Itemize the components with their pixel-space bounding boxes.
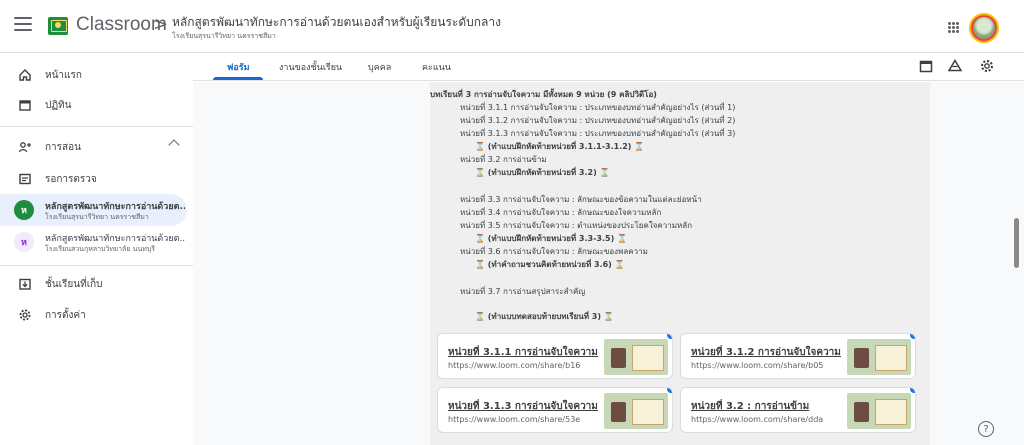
hourglass-icon: ⌛ — [475, 312, 485, 321]
link-url: https://www.loom.com/share/53e — [448, 415, 581, 424]
video-thumbnail — [604, 339, 668, 375]
sidebar-item-calendar[interactable]: ปฏิทิน — [0, 89, 190, 121]
sidebar-label-home: หน้าแรก — [45, 69, 82, 81]
unit-line: หน่วยที่ 3.4 การอ่านจับใจความ : ลักษณะขอ… — [460, 208, 662, 217]
exercise-label: (ทำแบบฝึกหัดท้ายหน่วยที่ 3.2) — [487, 168, 597, 177]
exercise-label: (ทำแบบทดสอบท้ายบทเรียนที่ 3) — [487, 312, 602, 321]
sidebar-label-teaching: การสอน — [45, 141, 81, 153]
course-subtitle: โรงเรียนสุรนารีวิทยา นครราชสีมา — [172, 32, 276, 40]
classroom-logo-icon[interactable] — [48, 17, 68, 35]
class-tabs: ฟอรัม งานของชั้นเรียน บุคคล คะแนน — [193, 53, 1024, 81]
drive-icon[interactable] — [947, 58, 963, 74]
sidebar-label-to-review: รอการตรวจ — [45, 173, 97, 185]
exercise-line: ⌛ (ทำแบบฝึกหัดท้ายหน่วยที่ 3.2) ⌛ — [475, 166, 610, 179]
google-apps-icon[interactable] — [948, 22, 959, 33]
archive-icon — [19, 278, 31, 290]
unit-line: หน่วยที่ 3.2 การอ่านข้าม — [460, 155, 547, 164]
navigation-drawer: หน้าแรก ปฏิทิน การสอน รอการตรวจ ห หลักสู… — [0, 53, 193, 445]
class-subtitle: โรงเรียนสุรนารีวิทยา นครราชสีมา — [45, 213, 149, 221]
sidebar-class-2[interactable]: ห หลักสูตรพัฒนาทักษะการอ่านด้วยต... โรงเ… — [0, 226, 190, 258]
main-menu-icon[interactable] — [14, 17, 32, 31]
class-settings-gear-icon[interactable] — [979, 58, 995, 74]
link-attachment-card[interactable]: หน่วยที่ 3.1.3 การอ่านจับใจความ... https… — [437, 387, 673, 433]
unit-line: หน่วยที่ 3.3 การอ่านจับใจความ : ลักษณะขอ… — [460, 195, 702, 204]
hourglass-icon: ⌛ — [599, 168, 610, 177]
active-tab-indicator — [213, 77, 263, 80]
sidebar-item-teaching[interactable]: การสอน — [0, 131, 190, 163]
sidebar-divider — [0, 126, 193, 127]
course-title[interactable]: หลักสูตรพัฒนาทักษะการอ่านด้วยตนเองสำหรับ… — [172, 13, 501, 32]
class-subtitle: โรงเรียนสวนกุหลาบวิทยาลัย นนทบุรี — [45, 245, 156, 253]
sidebar-label-calendar: ปฏิทิน — [45, 99, 72, 111]
hourglass-icon: ⌛ — [475, 234, 485, 243]
link-url: https://www.loom.com/share/dda — [691, 415, 824, 424]
link-url: https://www.loom.com/share/b16 — [448, 361, 581, 370]
teaching-icon — [18, 142, 31, 153]
account-avatar[interactable] — [971, 15, 997, 41]
hourglass-icon: ⌛ — [475, 260, 485, 269]
video-thumbnail — [847, 393, 911, 429]
home-icon — [19, 69, 31, 81]
link-attachment-card[interactable]: หน่วยที่ 3.2 : การอ่านข้าม https://www.l… — [680, 387, 916, 433]
sidebar-divider — [0, 265, 193, 266]
sidebar-item-to-review[interactable]: รอการตรวจ — [0, 163, 190, 195]
scrollbar-thumb[interactable] — [1014, 218, 1019, 268]
calendar-icon[interactable] — [918, 58, 934, 74]
tab-grades[interactable]: คะแนน — [422, 60, 451, 74]
class-badge: ห — [14, 232, 34, 252]
review-icon — [19, 173, 31, 185]
video-thumbnail — [847, 339, 911, 375]
exercise-label: (ทำคำถามชวนคิดท้ายหน่วยที่ 3.6) — [487, 260, 612, 269]
link-title[interactable]: หน่วยที่ 3.1.1 การอ่านจับใจความ... — [448, 345, 598, 360]
class-title: หลักสูตรพัฒนาทักษะการอ่านด้วยต... — [45, 202, 185, 212]
exercise-line: ⌛ (ทำคำถามชวนคิดท้ายหน่วยที่ 3.6) ⌛ — [475, 258, 625, 271]
video-thumbnail — [604, 393, 668, 429]
unit-line: หน่วยที่ 3.1.3 การอ่านจับใจความ : ประเภท… — [460, 129, 736, 138]
card-corner-marker — [910, 388, 915, 393]
sidebar-label-settings: การตั้งค่า — [45, 309, 86, 321]
class-badge: ห — [14, 200, 34, 220]
exercise-label: (ทำแบบฝึกหัดท้ายหน่วยที่ 3.3-3.5) — [487, 234, 615, 243]
exercise-label: (ทำแบบฝึกหัดท้ายหน่วยที่ 3.1.1-3.1.2) — [487, 142, 632, 151]
hourglass-icon: ⌛ — [614, 260, 625, 269]
unit-line: หน่วยที่ 3.1.2 การอ่านจับใจความ : ประเภท… — [460, 116, 736, 125]
hourglass-icon: ⌛ — [603, 312, 614, 321]
card-corner-marker — [667, 334, 672, 339]
hourglass-icon: ⌛ — [617, 234, 628, 243]
settings-icon — [19, 309, 31, 321]
hourglass-icon: ⌛ — [475, 168, 485, 177]
sidebar-item-home[interactable]: หน้าแรก — [0, 59, 190, 91]
link-title[interactable]: หน่วยที่ 3.1.3 การอ่านจับใจความ... — [448, 399, 598, 414]
collapse-chevron-icon[interactable] — [168, 139, 180, 151]
link-attachment-card[interactable]: หน่วยที่ 3.1.2 การอ่านจับใจความ... https… — [680, 333, 916, 379]
breadcrumb-chevron-icon: > — [153, 14, 169, 35]
help-icon[interactable]: ? — [978, 421, 994, 437]
sidebar-item-settings[interactable]: การตั้งค่า — [0, 299, 190, 331]
card-corner-marker — [667, 388, 672, 393]
tab-classwork[interactable]: งานของชั้นเรียน — [279, 60, 342, 74]
link-title[interactable]: หน่วยที่ 3.2 : การอ่านข้าม — [691, 399, 841, 414]
calendar-icon — [19, 100, 31, 111]
unit-line: หน่วยที่ 3.1.1 การอ่านจับใจความ : ประเภท… — [460, 103, 736, 112]
sidebar-item-archived[interactable]: ชั้นเรียนที่เก็บ — [0, 268, 190, 300]
exercise-line: ⌛ (ทำแบบฝึกหัดท้ายหน่วยที่ 3.3-3.5) ⌛ — [475, 232, 627, 245]
top-app-bar: Classroom > หลักสูตรพัฒนาทักษะการอ่านด้ว… — [0, 0, 1024, 53]
lesson-heading: บทเรียนที่ 3 การอ่านจับใจความ มีทั้งหมด … — [430, 90, 657, 99]
exercise-line: ⌛ (ทำแบบฝึกหัดท้ายหน่วยที่ 3.1.1-3.1.2) … — [475, 140, 644, 153]
tab-stream[interactable]: ฟอรัม — [227, 60, 250, 74]
link-url: https://www.loom.com/share/b05 — [691, 361, 824, 370]
link-attachment-card[interactable]: หน่วยที่ 3.1.1 การอ่านจับใจความ... https… — [437, 333, 673, 379]
hourglass-icon: ⌛ — [475, 142, 485, 151]
tab-people[interactable]: บุคคล — [368, 60, 391, 74]
card-corner-marker — [910, 334, 915, 339]
exercise-line: ⌛ (ทำแบบทดสอบท้ายบทเรียนที่ 3) ⌛ — [475, 310, 614, 323]
link-title[interactable]: หน่วยที่ 3.1.2 การอ่านจับใจความ... — [691, 345, 841, 360]
hourglass-icon: ⌛ — [634, 142, 645, 151]
class-title: หลักสูตรพัฒนาทักษะการอ่านด้วยต... — [45, 234, 185, 244]
sidebar-label-archived: ชั้นเรียนที่เก็บ — [45, 278, 103, 290]
unit-line: หน่วยที่ 3.5 การอ่านจับใจความ : ตำแหน่งข… — [460, 221, 693, 230]
sidebar-class-1[interactable]: ห หลักสูตรพัฒนาทักษะการอ่านด้วยต... โรงเ… — [0, 194, 187, 226]
unit-line: หน่วยที่ 3.6 การอ่านจับใจความ : ลักษณะขอ… — [460, 247, 648, 256]
unit-line: หน่วยที่ 3.7 การอ่านสรุปสาระสำคัญ — [460, 287, 586, 296]
